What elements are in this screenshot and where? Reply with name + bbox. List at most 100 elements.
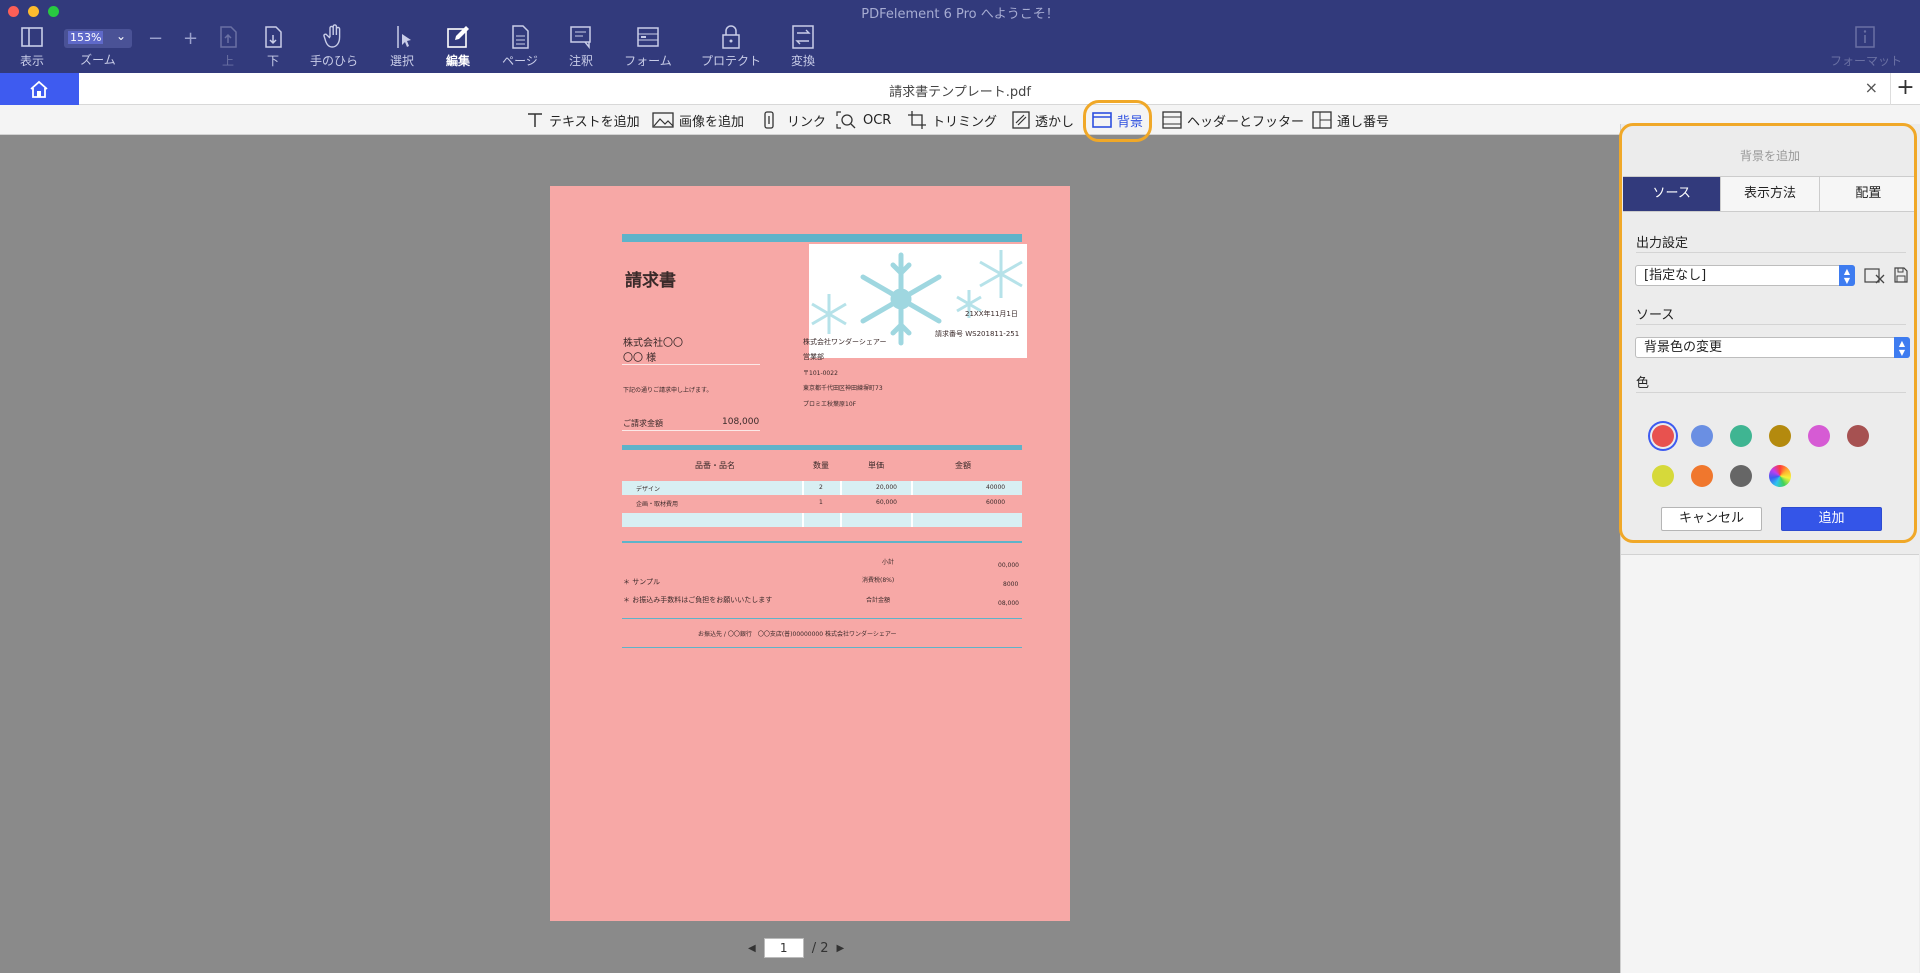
col-unit-header: 単価 xyxy=(868,461,884,470)
new-tab-button[interactable]: + xyxy=(1890,73,1920,105)
format-button[interactable]: フォーマット xyxy=(1830,24,1902,70)
edit-tool-button[interactable]: 編集 xyxy=(444,24,472,70)
client-underline xyxy=(622,364,760,365)
ocr-button[interactable]: OCR xyxy=(836,109,891,131)
bates-numbering-button[interactable]: 通し番号 xyxy=(1312,109,1389,131)
row-item: 企画・取材費用 xyxy=(636,501,679,508)
chevron-down-icon: ⌄ xyxy=(115,29,126,43)
form-icon xyxy=(637,27,659,47)
previous-page-button[interactable]: 上 xyxy=(214,24,242,70)
cell-divider xyxy=(911,481,913,495)
amount-underline xyxy=(622,430,760,431)
document-tab-title[interactable]: 請求書テンプレート.pdf xyxy=(0,81,1920,100)
issuer-zip: 〒101-0022 xyxy=(803,370,838,377)
tax-value: 8000 xyxy=(1003,581,1019,588)
row-unit: 60,000 xyxy=(876,499,897,506)
info-icon xyxy=(1855,26,1875,48)
invoice-date: 21XX年11月1日 xyxy=(965,310,1018,318)
lock-icon xyxy=(722,25,740,49)
zoom-in-button[interactable]: + xyxy=(183,28,198,49)
table-row: デザイン 2 20,000 40000 xyxy=(622,481,1022,495)
row-price: 60000 xyxy=(986,499,1006,506)
text-t-icon xyxy=(528,113,542,127)
panel-highlight xyxy=(1619,123,1917,543)
issuer-department: 営業部 xyxy=(803,353,824,361)
note-fee: ＊ お振込み手数料はご負担をお願いいたします xyxy=(623,596,773,604)
bank-info: お振込先 / 〇〇銀行 〇〇支店(普)00000000 株式会社ワンダーシェアー xyxy=(698,631,897,638)
link-icon xyxy=(764,111,774,129)
total-value: 08,000 xyxy=(998,600,1019,607)
comment-tool-button[interactable]: 注釈 xyxy=(566,24,596,70)
main-toolbar: PDFelement 6 Pro へようこそ！ 表示 153% ⌄ ズーム − +… xyxy=(0,0,1920,73)
text-cursor-icon xyxy=(397,26,411,48)
document-tab-bar: 請求書テンプレート.pdf × + xyxy=(0,73,1920,105)
col-qty-header: 数量 xyxy=(813,461,829,470)
link-button[interactable]: リンク xyxy=(762,109,826,131)
total-label: 合計金額 xyxy=(866,597,891,604)
next-page-arrow-icon[interactable]: ▶ xyxy=(837,943,845,954)
panel-empty-area xyxy=(1621,554,1919,973)
issuer-company: 株式会社ワンダーシェアー xyxy=(803,338,887,346)
header-rule xyxy=(622,234,1022,242)
subtotal-label: 小計 xyxy=(882,559,895,566)
bank-top-rule xyxy=(622,618,1022,619)
watermark-button[interactable]: 透かし xyxy=(1012,109,1074,131)
note-sample: ＊ サンプル xyxy=(623,578,661,586)
page-number-input[interactable]: 1 xyxy=(763,938,804,958)
amount-value: 108,000 xyxy=(722,417,760,427)
bank-bottom-rule xyxy=(622,647,1022,648)
previous-page-arrow-icon[interactable]: ◀ xyxy=(748,943,756,954)
hand-tool-button[interactable]: 手のひら xyxy=(307,24,361,70)
subtotal-value: 00,000 xyxy=(998,562,1019,569)
watermark-icon xyxy=(1012,111,1030,129)
row-qty: 1 xyxy=(819,499,823,506)
view-button[interactable]: 表示 xyxy=(14,24,50,70)
crop-button[interactable]: トリミング xyxy=(907,109,997,131)
row-price: 40000 xyxy=(986,484,1006,491)
zoom-out-button[interactable]: − xyxy=(148,28,163,49)
col-item-header: 品番・品名 xyxy=(695,461,735,470)
form-tool-button[interactable]: フォーム xyxy=(622,24,674,70)
row-qty: 2 xyxy=(819,484,823,491)
page-total: / 2 xyxy=(811,940,829,956)
table-row-empty xyxy=(622,513,1022,527)
sidebar-icon xyxy=(21,27,43,47)
convert-icon xyxy=(792,25,814,49)
amount-label: ご請求金額 xyxy=(623,419,663,428)
page-tool-button[interactable]: ページ xyxy=(500,24,540,70)
row-item: デザイン xyxy=(636,486,661,493)
add-text-button[interactable]: テキストを追加 xyxy=(526,109,640,131)
cell-divider xyxy=(840,513,842,527)
crop-icon xyxy=(908,111,926,129)
page-navigator: ◀ 1 / 2 ▶ xyxy=(748,937,844,959)
zoom-label: ズーム xyxy=(80,53,116,67)
close-tab-icon[interactable]: × xyxy=(1865,78,1878,97)
cell-divider xyxy=(911,513,913,527)
pdf-page[interactable]: 請求書 21XX年11月1日 請求番号 WS201811-251 株式会社〇〇 … xyxy=(550,186,1070,921)
col-price-header: 金額 xyxy=(955,461,971,470)
table-top-rule xyxy=(622,445,1022,450)
bates-icon xyxy=(1312,111,1332,129)
tax-label: 消費税(8%) xyxy=(862,577,895,584)
convert-tool-button[interactable]: 変換 xyxy=(788,24,818,70)
edit-icon xyxy=(447,26,469,48)
header-footer-icon xyxy=(1162,111,1182,129)
invoice-number: 請求番号 WS201811-251 xyxy=(935,330,1020,338)
select-tool-button[interactable]: 選択 xyxy=(388,24,416,70)
next-page-button[interactable]: 下 xyxy=(259,24,287,70)
client-company: 株式会社〇〇 xyxy=(623,338,683,349)
header-footer-button[interactable]: ヘッダーとフッター xyxy=(1162,109,1304,131)
cell-divider xyxy=(802,513,804,527)
page-down-icon xyxy=(265,26,282,48)
image-icon xyxy=(652,112,674,128)
background-button-highlight xyxy=(1083,100,1152,142)
page-icon xyxy=(512,25,529,49)
client-person: 〇〇 様 xyxy=(623,353,657,364)
add-image-button[interactable]: 画像を追加 xyxy=(652,109,744,131)
zoom-select[interactable]: 153% ⌄ xyxy=(64,29,132,48)
page-up-icon xyxy=(220,26,237,48)
app-title: PDFelement 6 Pro へようこそ！ xyxy=(861,7,1059,22)
table-bottom-rule xyxy=(622,541,1022,543)
protect-tool-button[interactable]: プロテクト xyxy=(698,24,764,70)
request-text: 下記の通りご請求申し上げます。 xyxy=(623,387,713,394)
